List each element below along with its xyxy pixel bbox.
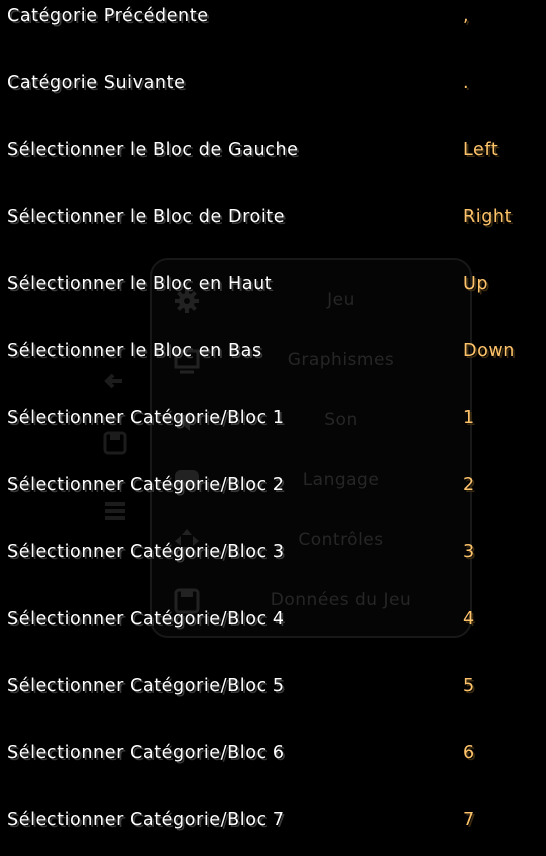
keybinding-row[interactable]: Catégorie Suivante . — [0, 69, 546, 99]
keybinding-key-button[interactable]: 5 — [463, 672, 475, 700]
controls-settings-screen: Jeu Graphismes Son Langage Contrôles Don… — [0, 0, 546, 856]
keybinding-row[interactable]: Sélectionner le Bloc de Gauche Left — [0, 136, 546, 166]
keybinding-key-button[interactable]: . — [463, 69, 469, 97]
keybinding-action-label: Sélectionner le Bloc de Gauche — [7, 140, 299, 160]
keybinding-row[interactable]: Sélectionner Catégorie/Bloc 2 2 — [0, 471, 546, 501]
keybinding-key-button[interactable]: , — [463, 2, 469, 30]
keybinding-key-button[interactable]: 4 — [463, 605, 475, 633]
keybinding-key-button[interactable]: Left — [463, 136, 498, 164]
keybinding-action-label: Sélectionner Catégorie/Bloc 2 — [7, 475, 285, 495]
keybinding-action-label: Sélectionner le Bloc en Bas — [7, 341, 262, 361]
keybinding-action-label: Sélectionner Catégorie/Bloc 4 — [7, 609, 285, 629]
keybinding-key-button[interactable]: Right — [463, 203, 512, 231]
keybinding-action-label: Sélectionner le Bloc de Droite — [7, 207, 286, 227]
keybinding-row[interactable]: Sélectionner le Bloc en Haut Up — [0, 270, 546, 300]
background-settings-menu: Jeu Graphismes Son Langage Contrôles Don… — [150, 258, 472, 638]
keybinding-action-label: Sélectionner Catégorie/Bloc 5 — [7, 676, 285, 696]
keybinding-key-button[interactable]: 7 — [463, 806, 475, 834]
keybinding-action-label: Sélectionner Catégorie/Bloc 1 — [7, 408, 285, 428]
keybinding-row[interactable]: Sélectionner le Bloc en Bas Down — [0, 337, 546, 367]
back-arrow-icon — [104, 373, 122, 389]
keybinding-action-label: Sélectionner Catégorie/Bloc 6 — [7, 743, 285, 763]
keybinding-row[interactable]: Sélectionner Catégorie/Bloc 3 3 — [0, 538, 546, 568]
keybinding-key-button[interactable]: 2 — [463, 471, 475, 499]
keybinding-row[interactable]: Sélectionner Catégorie/Bloc 4 4 — [0, 605, 546, 635]
keybinding-key-button[interactable]: 3 — [463, 538, 475, 566]
keybinding-action-label: Catégorie Précédente — [7, 6, 209, 26]
keybinding-action-label: Catégorie Suivante — [7, 73, 186, 93]
keybinding-key-button[interactable]: 1 — [463, 404, 475, 432]
keybinding-key-button[interactable]: Up — [463, 270, 488, 298]
keybinding-row[interactable]: Sélectionner Catégorie/Bloc 1 1 — [0, 404, 546, 434]
keybinding-action-label: Sélectionner Catégorie/Bloc 7 — [7, 810, 285, 830]
keybinding-action-label: Sélectionner le Bloc en Haut — [7, 274, 273, 294]
keybinding-action-label: Sélectionner Catégorie/Bloc 3 — [7, 542, 285, 562]
keybinding-row[interactable]: Sélectionner Catégorie/Bloc 6 6 — [0, 739, 546, 769]
keybinding-row[interactable]: Sélectionner Catégorie/Bloc 7 7 — [0, 806, 546, 836]
keybinding-row[interactable]: Catégorie Précédente , — [0, 2, 546, 32]
keybinding-row[interactable]: Sélectionner le Bloc de Droite Right — [0, 203, 546, 233]
keybinding-key-button[interactable]: Down — [463, 337, 515, 365]
keybinding-key-button[interactable]: 6 — [463, 739, 475, 767]
keybinding-row[interactable]: Sélectionner Catégorie/Bloc 5 5 — [0, 672, 546, 702]
